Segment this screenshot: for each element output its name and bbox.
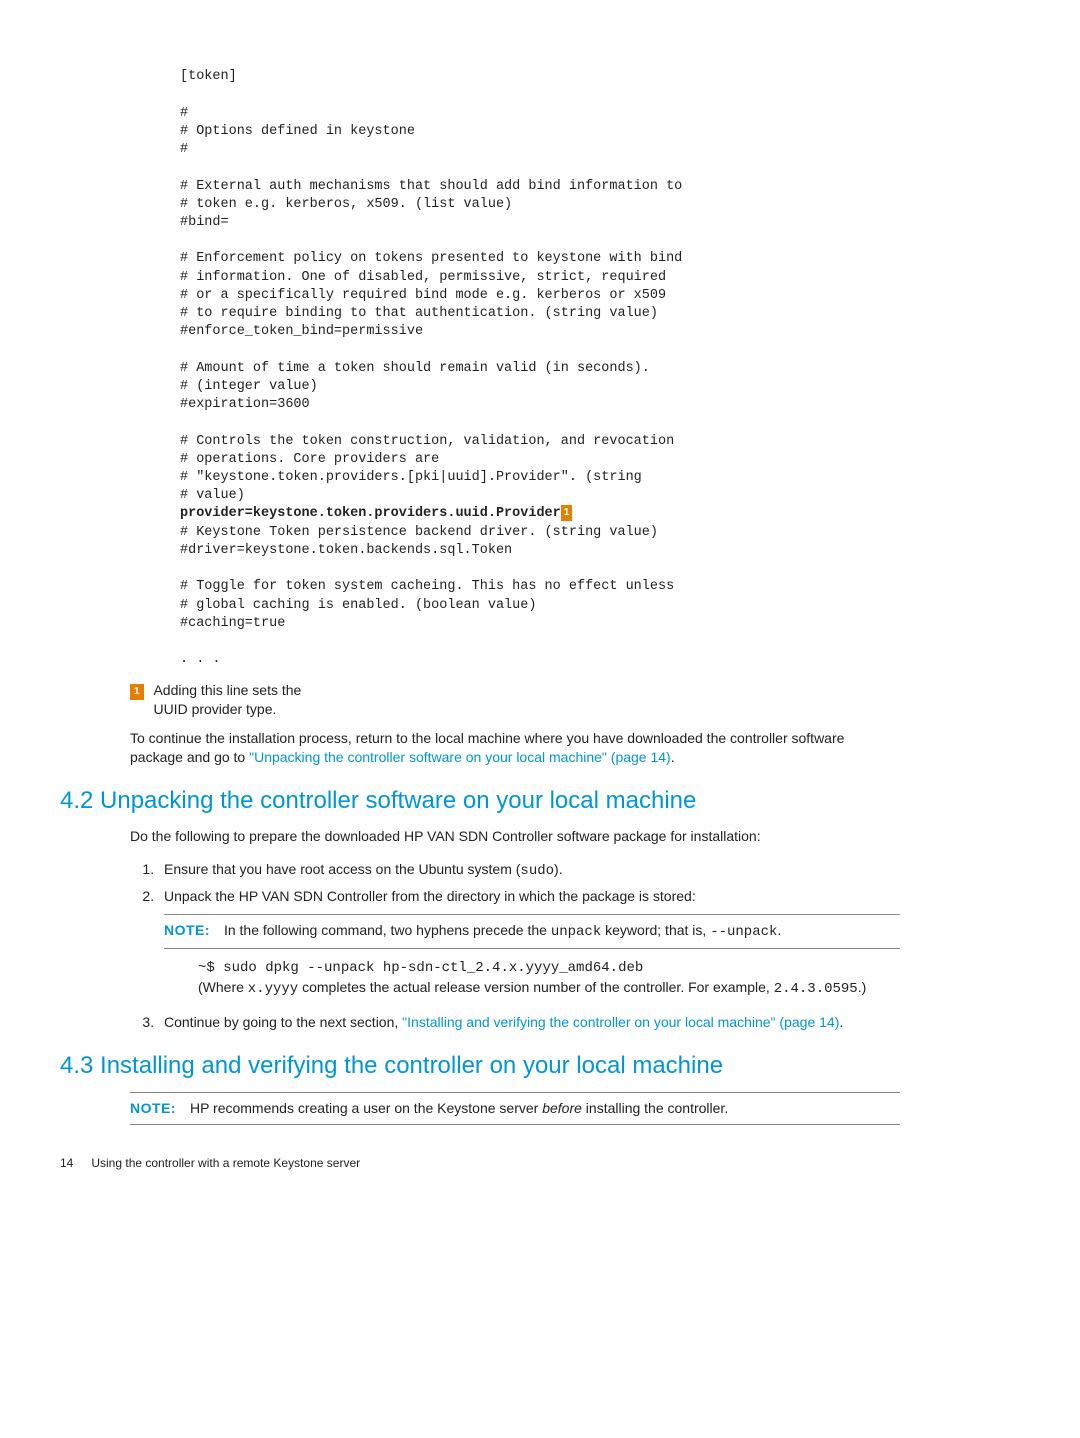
text: . — [839, 1014, 843, 1030]
code-line: [token] — [180, 69, 237, 84]
code-line: # Options defined in keystone — [180, 124, 415, 139]
page-number: 14 — [60, 1155, 88, 1171]
link-unpacking[interactable]: "Unpacking the controller software on yo… — [249, 749, 671, 765]
italic: before — [542, 1100, 582, 1116]
text: installing the controller. — [582, 1100, 728, 1116]
code-line: # or a specifically required bind mode e… — [180, 288, 666, 303]
code-line: # value) — [180, 488, 245, 503]
section-heading-4-2: 4.2 Unpacking the controller software on… — [60, 785, 900, 817]
code-line: #driver=keystone.token.backends.sql.Toke… — [180, 543, 512, 558]
text: keyword; that is, — [601, 922, 710, 938]
text: (Where — [198, 979, 248, 995]
footer-text: Using the controller with a remote Keyst… — [91, 1156, 360, 1170]
code-line: # global caching is enabled. (boolean va… — [180, 598, 536, 613]
callout-list: 1 Adding this line sets the UUID provide… — [130, 681, 900, 719]
code-line: # Amount of time a token should remain v… — [180, 361, 650, 376]
code-line: # — [180, 106, 188, 121]
note-box: NOTE: In the following command, two hyph… — [164, 914, 900, 949]
continue-paragraph: To continue the installation process, re… — [130, 729, 900, 767]
text: In the following command, two hyphens pr… — [224, 922, 551, 938]
link-installing[interactable]: "Installing and verifying the controller… — [402, 1014, 839, 1030]
code-line: # token e.g. kerberos, x509. (list value… — [180, 197, 512, 212]
command-block: ~$ sudo dpkg --unpack hp-sdn-ctl_2.4.x.y… — [198, 959, 900, 999]
callout-marker: 1 — [130, 684, 144, 700]
section-heading-4-3: 4.3 Installing and verifying the control… — [60, 1050, 900, 1082]
mono: --unpack — [710, 924, 777, 940]
code-line: # Toggle for token system cacheing. This… — [180, 579, 674, 594]
code-line: # External auth mechanisms that should a… — [180, 179, 682, 194]
code-line: . . . — [180, 652, 221, 667]
text: . — [777, 922, 781, 938]
code-line: # operations. Core providers are — [180, 452, 439, 467]
code-line: # (integer value) — [180, 379, 318, 394]
code-line: #enforce_token_bind=permissive — [180, 324, 423, 339]
note-box: NOTE: HP recommends creating a user on t… — [130, 1092, 900, 1125]
note-label: NOTE: — [130, 1100, 176, 1116]
steps-list: Ensure that you have root access on the … — [130, 860, 900, 1031]
code-line: #caching=true — [180, 616, 285, 631]
text: .) — [858, 979, 867, 995]
note-container: NOTE: HP recommends creating a user on t… — [130, 1092, 900, 1125]
text: . — [671, 749, 675, 765]
mono: x.yyyy — [248, 981, 298, 997]
code-line-bold: provider=keystone.token.providers.uuid.P… — [180, 506, 561, 521]
code-line: #bind= — [180, 215, 229, 230]
callout-marker-inline: 1 — [561, 505, 573, 521]
text: HP recommends creating a user on the Key… — [190, 1100, 542, 1116]
text: completes the actual release version num… — [298, 979, 773, 995]
command: ~$ sudo dpkg --unpack hp-sdn-ctl_2.4.x.y… — [198, 959, 900, 978]
code-line: # to require binding to that authenticat… — [180, 306, 658, 321]
step-2: Unpack the HP VAN SDN Controller from th… — [158, 887, 900, 999]
mono: 2.4.3.0595 — [774, 981, 858, 997]
command-desc: (Where x.yyyy completes the actual relea… — [198, 978, 900, 999]
callout-text: Adding this line sets the UUID provider … — [153, 681, 333, 719]
mono: unpack — [551, 924, 601, 940]
step-1: Ensure that you have root access on the … — [158, 860, 900, 881]
note-label: NOTE: — [164, 922, 210, 938]
step-3: Continue by going to the next section, "… — [158, 1013, 900, 1032]
code-line: # Enforcement policy on tokens presented… — [180, 251, 682, 266]
text: Ensure that you have root access on the … — [164, 861, 520, 877]
code-line: # "keystone.token.providers.[pki|uuid].P… — [180, 470, 642, 485]
code-block: [token] # # Options defined in keystone … — [180, 50, 900, 669]
code-line: # information. One of disabled, permissi… — [180, 270, 666, 285]
page-footer: 14 Using the controller with a remote Ke… — [60, 1155, 900, 1171]
section-intro: Do the following to prepare the download… — [130, 827, 900, 846]
mono: sudo — [520, 863, 554, 879]
code-line: # Controls the token construction, valid… — [180, 434, 674, 449]
code-line: # Keystone Token persistence backend dri… — [180, 525, 658, 540]
text: Continue by going to the next section, — [164, 1014, 402, 1030]
text: Unpack the HP VAN SDN Controller from th… — [164, 888, 696, 904]
code-line: #expiration=3600 — [180, 397, 310, 412]
code-line: # — [180, 142, 188, 157]
text: ). — [554, 861, 563, 877]
